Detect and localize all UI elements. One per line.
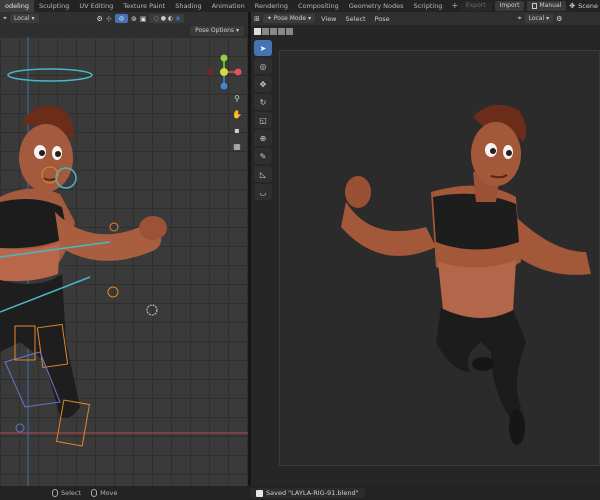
tab-scripting[interactable]: Scripting (409, 0, 448, 12)
status-select-hint: Select (52, 489, 81, 497)
sports-bra (433, 193, 519, 250)
export-button[interactable]: Export (459, 1, 492, 11)
gizmo-y-handle (220, 54, 228, 62)
scene-icon: ✥ (569, 2, 576, 10)
gizmo-z-handle (220, 82, 228, 90)
tab-animation[interactable]: Animation (207, 0, 250, 12)
fist-left (345, 176, 371, 208)
fist (139, 216, 167, 240)
gizmo-center (220, 68, 228, 76)
belly (438, 260, 516, 321)
manual-label: Manual (539, 2, 562, 9)
gizmo-neg-x-handle (206, 68, 214, 76)
tab-compositing[interactable]: Compositing (293, 0, 344, 12)
book-icon (532, 3, 538, 9)
viewport-nav-icons: ⚲ ✋ ▪ ▦ (230, 92, 244, 153)
head-control-ring (7, 68, 93, 82)
workspace-tabs: odeling Sculpting UV Editing Texture Pai… (0, 0, 462, 12)
status-move-label: Move (100, 489, 118, 497)
pupil-left (39, 150, 45, 156)
manual-button[interactable]: Manual (527, 1, 567, 11)
saved-message: Saved "LAYLA-RIG-91.blend" (266, 489, 359, 497)
tab-rendering[interactable]: Rendering (250, 0, 293, 12)
workspace-bar: odeling Sculpting UV Editing Texture Pai… (0, 0, 600, 12)
saved-notification: Saved "LAYLA-RIG-91.blend" (250, 488, 365, 498)
right-3d-viewport[interactable]: ⊞ ✦ Pose Mode ▾ View Select Pose ⌖ Local ▾ … (251, 12, 600, 486)
pupil-right (506, 150, 512, 156)
tab-modeling[interactable]: odeling (0, 0, 34, 12)
pole-target (109, 222, 119, 232)
info-icon (256, 489, 263, 497)
elbow-control (107, 286, 119, 298)
foot-left (472, 357, 494, 371)
navigation-gizmo[interactable] (204, 52, 244, 92)
tab-texture-paint[interactable]: Texture Paint (118, 0, 170, 12)
foot-right (509, 409, 525, 445)
status-move-hint: Move (91, 489, 118, 497)
grid-icon[interactable]: ▦ (230, 140, 244, 153)
status-select-label: Select (61, 489, 82, 497)
scene-label[interactable]: Scene (578, 2, 598, 10)
import-label: Import (499, 2, 520, 9)
ik-target (146, 304, 158, 316)
left-3d-viewport[interactable]: ⌖ Local ▾ ⚙ ⊹ ◎ ⊚ ▣ ◌ ● ◐ ◉ Pose Options ▾ (0, 12, 248, 486)
camera-icon[interactable]: ▪ (230, 124, 244, 137)
tab-uv-editing[interactable]: UV Editing (74, 0, 118, 12)
mouse-middle-icon (91, 489, 98, 497)
gizmo-x-handle (234, 68, 242, 76)
import-button[interactable]: Import (494, 1, 525, 11)
tab-geometry-nodes[interactable]: Geometry Nodes (344, 0, 409, 12)
pupil-left (490, 148, 496, 154)
mouse-left-icon (52, 489, 58, 497)
posed-character-render[interactable] (251, 12, 600, 486)
arm-left (341, 202, 436, 256)
tab-sculpting[interactable]: Sculpting (34, 0, 74, 12)
top-right-tools: Export Import Manual ✥ Scene (459, 0, 600, 12)
zoom-icon[interactable]: ⚲ (230, 92, 244, 105)
pan-hand-icon[interactable]: ✋ (230, 108, 244, 121)
tab-shading[interactable]: Shading (170, 0, 206, 12)
pupil-right (55, 151, 61, 157)
foot-roll-control (15, 423, 25, 433)
